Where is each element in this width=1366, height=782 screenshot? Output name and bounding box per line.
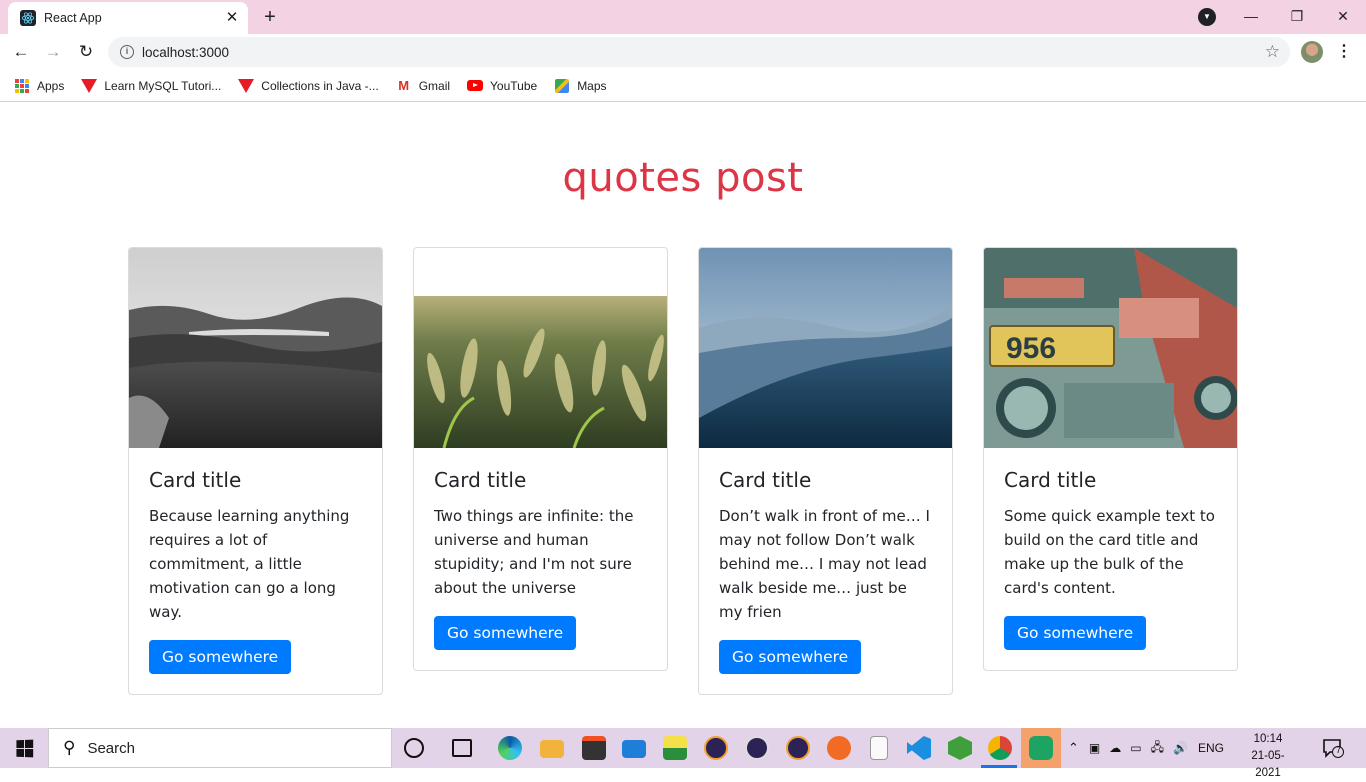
bookmark-label: Apps: [37, 78, 65, 93]
browser-toolbar: ← → ↻ i localhost:3000 ☆ ⋮: [0, 34, 1366, 70]
app-icon: [1029, 736, 1053, 760]
task-view-icon[interactable]: [452, 739, 472, 757]
card-title: Card title: [149, 468, 242, 492]
javatpoint-icon: [81, 78, 98, 94]
bookmark-maps[interactable]: Maps: [554, 78, 607, 94]
chevron-up-icon[interactable]: ⌃: [1068, 740, 1079, 756]
bookmark-star-icon[interactable]: ☆: [1265, 42, 1280, 62]
postman-icon[interactable]: [827, 736, 851, 760]
card-title: Card title: [719, 468, 812, 492]
back-arrow-icon[interactable]: ←: [8, 39, 34, 65]
notepad-icon[interactable]: [870, 736, 888, 760]
card-title: Card title: [1004, 468, 1097, 492]
bookmark-collections[interactable]: Collections in Java -...: [238, 78, 379, 94]
new-tab-button[interactable]: +: [258, 6, 282, 30]
bookmark-label: YouTube: [490, 78, 538, 93]
apps-grid-icon: [14, 78, 30, 94]
eclipse-icon[interactable]: [704, 736, 728, 760]
app-icon[interactable]: [663, 736, 687, 760]
youtube-icon: [467, 78, 484, 94]
tab-close-icon[interactable]: ✕: [222, 8, 242, 28]
card-text: Because learning anything requires a lot…: [149, 507, 350, 621]
taskbar-clock[interactable]: 10:14 21-05-2021: [1240, 731, 1296, 782]
clock-date: 21-05-2021: [1251, 750, 1285, 779]
url-text[interactable]: localhost:3000: [142, 45, 1265, 60]
profile-avatar[interactable]: [1301, 41, 1323, 63]
chrome-icon[interactable]: [988, 736, 1012, 760]
eclipse-icon[interactable]: [786, 736, 810, 760]
cortana-icon[interactable]: [404, 738, 424, 758]
svg-text:956: 956: [1006, 332, 1056, 365]
maps-icon: [554, 78, 570, 94]
bookmark-youtube[interactable]: YouTube: [467, 78, 537, 94]
card-image-blue-mountains: [699, 248, 952, 448]
card-text: Don’t walk in front of me… I may not fol…: [719, 507, 930, 621]
quote-card: Card title Don’t walk in front of me… I …: [698, 247, 953, 695]
card-image-wheat-field: [414, 248, 667, 448]
quote-card: Card title Two things are infinite: the …: [413, 247, 668, 671]
windows-logo-icon: [15, 739, 33, 757]
react-icon: [20, 10, 36, 26]
page-content: quotes post Card title Because learning …: [0, 103, 1366, 728]
window-close-button[interactable]: ✕: [1320, 4, 1366, 28]
search-icon: ⚲: [63, 738, 76, 757]
page-title: quotes post: [562, 155, 804, 201]
notification-count: 7: [1335, 745, 1341, 755]
store-icon[interactable]: [582, 736, 606, 760]
bookmark-label: Gmail: [418, 78, 451, 93]
vscode-icon[interactable]: [907, 736, 931, 760]
browser-tab[interactable]: React App ✕: [8, 2, 248, 34]
address-bar[interactable]: i localhost:3000 ☆: [108, 37, 1290, 67]
system-tray: ⌃ ▣ ☁ ▭ 🖧 🔊 ENG: [1068, 728, 1224, 768]
taskbar-search[interactable]: ⚲ Search: [48, 728, 392, 768]
search-placeholder: Search: [87, 739, 135, 757]
card-text: Two things are infinite: the universe an…: [434, 507, 634, 597]
reload-icon[interactable]: ↻: [73, 39, 99, 65]
restore-button[interactable]: ❐: [1274, 4, 1320, 28]
card-title: Card title: [434, 468, 527, 492]
tab-title: React App: [44, 11, 102, 25]
nodejs-icon[interactable]: [948, 736, 972, 760]
bookmark-gmail[interactable]: M Gmail: [396, 78, 450, 94]
quote-card: 956 Card title Some quick example text t…: [983, 247, 1238, 671]
volume-icon[interactable]: 🔊: [1173, 741, 1188, 755]
highlighted-app[interactable]: [1021, 728, 1061, 768]
onedrive-icon[interactable]: ☁: [1109, 741, 1121, 755]
tab-search-icon[interactable]: ▼: [1198, 8, 1216, 26]
go-somewhere-button[interactable]: Go somewhere: [149, 640, 292, 674]
clock-time: 10:14: [1253, 733, 1283, 745]
gmail-icon: M: [398, 78, 410, 93]
eclipse-icon[interactable]: [745, 736, 769, 760]
card-text: Some quick example text to build on the …: [1004, 507, 1215, 597]
card-image-misty-valley: [129, 248, 382, 448]
windows-taskbar: ⚲ Search ⌃ ▣ ☁ ▭ 🖧 🔊 ENG 10:14 21-05-202…: [0, 728, 1366, 779]
language-indicator[interactable]: ENG: [1198, 741, 1224, 755]
mail-icon[interactable]: [622, 740, 646, 758]
info-icon[interactable]: i: [120, 45, 134, 59]
meet-now-icon[interactable]: ▣: [1089, 741, 1100, 755]
notification-center-icon[interactable]: 7: [1322, 738, 1344, 758]
tab-strip: React App ✕ + ▼ — ❐ ✕: [0, 0, 1366, 34]
bookmarks-bar: Apps Learn MySQL Tutori... Collections i…: [0, 70, 1366, 102]
edge-icon[interactable]: [498, 736, 522, 760]
bookmark-apps[interactable]: Apps: [14, 78, 64, 94]
go-somewhere-button[interactable]: Go somewhere: [434, 616, 577, 650]
battery-icon[interactable]: ▭: [1130, 741, 1141, 755]
bookmark-label: Learn MySQL Tutori...: [104, 78, 222, 93]
menu-dots-icon[interactable]: ⋮: [1336, 40, 1352, 64]
forward-arrow-icon[interactable]: →: [40, 39, 66, 65]
quote-card: Card title Because learning anything req…: [128, 247, 383, 695]
file-explorer-icon[interactable]: [540, 740, 564, 758]
start-button[interactable]: [0, 728, 48, 768]
javatpoint-icon: [238, 78, 255, 94]
bookmark-label: Collections in Java -...: [261, 78, 379, 93]
bookmark-mysql[interactable]: Learn MySQL Tutori...: [81, 78, 221, 94]
card-image-tuk-tuk: 956: [984, 248, 1237, 448]
minimize-button[interactable]: —: [1228, 4, 1274, 28]
go-somewhere-button[interactable]: Go somewhere: [1004, 616, 1147, 650]
bookmark-label: Maps: [577, 78, 607, 93]
network-icon[interactable]: 🖧: [1151, 738, 1164, 759]
go-somewhere-button[interactable]: Go somewhere: [719, 640, 862, 674]
